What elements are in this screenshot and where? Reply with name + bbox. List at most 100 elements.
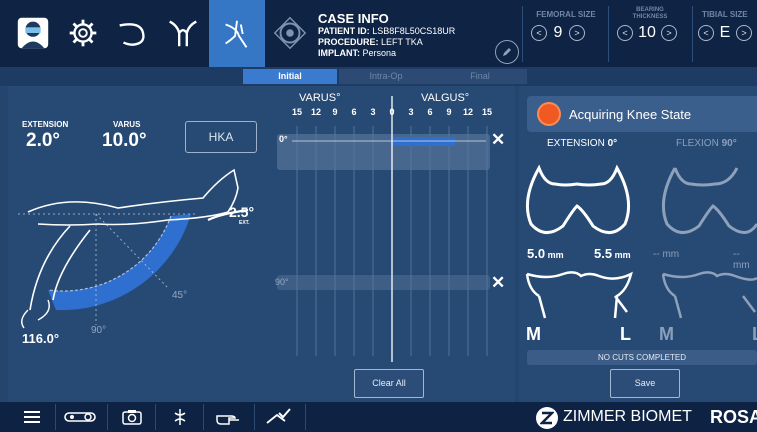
flexion-lateral-gap: -- mm <box>733 249 750 271</box>
femur-view-button[interactable] <box>108 4 158 62</box>
femur-flexion-outline <box>661 167 757 234</box>
divider <box>692 6 693 62</box>
edit-case-button[interactable] <box>495 40 519 64</box>
procedure-value: LEFT TKA <box>381 37 423 47</box>
extension-value: 2.0° <box>26 130 61 151</box>
lateral-label-flexion: L <box>752 324 757 345</box>
patient-id-value: LSB8F8L50CS18UR <box>372 26 456 36</box>
scale-tick-label: 3 <box>408 107 414 117</box>
tab-intra-op[interactable]: Intra-Op <box>339 69 433 84</box>
tab-initial[interactable]: Initial <box>243 69 337 84</box>
tibia-view-button[interactable] <box>158 4 208 62</box>
zimmer-z-icon <box>540 411 554 425</box>
implant-value: Persona <box>362 48 397 58</box>
tracker-icon <box>64 412 96 422</box>
extension-state-label: EXTENSION 0° <box>547 138 618 149</box>
max-flexion-value: 116.0° <box>22 331 60 346</box>
extension-angle-value: 2.5° <box>229 204 255 220</box>
extension-label: EXTENSION <box>22 120 69 129</box>
camera-button[interactable] <box>112 405 152 429</box>
divider <box>608 6 609 62</box>
bearing-increase-button[interactable]: > <box>661 25 677 41</box>
menu-button[interactable] <box>12 405 52 429</box>
implant-label: IMPLANT: <box>318 48 360 58</box>
save-button[interactable]: Save <box>610 369 680 398</box>
pencil-icon <box>503 48 511 56</box>
robot-arm-button[interactable] <box>160 405 200 429</box>
tab-final[interactable]: Final <box>433 69 527 84</box>
scale-tick-label: 12 <box>310 107 321 117</box>
scale-tick-label: 12 <box>462 107 473 117</box>
lateral-label: L <box>620 324 631 344</box>
extension-angle-sub: EXT. <box>239 220 250 226</box>
surgeon-profile-button[interactable] <box>8 4 58 62</box>
medial-label-flexion: M <box>659 324 674 344</box>
femoral-size-label: FEMORAL SIZE <box>536 10 596 19</box>
bearing-decrease-button[interactable]: < <box>617 25 633 41</box>
arc-label-90: 90° <box>91 325 107 336</box>
bearing-thickness-value: 10 <box>638 24 656 41</box>
femur-extension-outline <box>525 164 631 234</box>
tibial-increase-button[interactable]: > <box>736 25 752 41</box>
divider <box>305 404 306 430</box>
scale-tick-label: 15 <box>481 107 492 117</box>
divider <box>107 404 108 430</box>
pointing-hand-icon <box>216 415 239 425</box>
checkmark-hand-icon <box>266 408 291 424</box>
scale-tick-label: 6 <box>427 107 433 117</box>
bearing-label-line2: THICKNESS <box>632 14 668 20</box>
clear-flexion-button[interactable]: ✕ <box>491 273 505 293</box>
divider <box>254 404 255 430</box>
clear-extension-button[interactable]: ✕ <box>491 130 505 150</box>
planning-view-button[interactable] <box>265 4 315 62</box>
status-text: Acquiring Knee State <box>569 107 692 122</box>
tibial-size-label: TIBIAL SIZE <box>702 10 748 19</box>
flexion-arc <box>48 214 191 311</box>
alignment-view-button[interactable] <box>209 0 265 67</box>
cuts-status-badge: NO CUTS COMPLETED <box>527 350 757 365</box>
bearing-thickness-control: BEARING THICKNESS <box>612 7 688 21</box>
zimmer-biomet-logo <box>536 407 558 429</box>
varus-valgus-scale <box>277 96 490 362</box>
surgeon-icon <box>17 17 49 49</box>
arc-label-45: 45° <box>172 290 188 301</box>
femoral-increase-button[interactable]: > <box>569 25 585 41</box>
gear-icon <box>69 19 97 47</box>
scale-tick-label: 6 <box>351 107 357 117</box>
scale-tick-label: 15 <box>291 107 302 117</box>
scale-tick-label: 0 <box>389 107 395 117</box>
divider <box>203 404 204 430</box>
product-name: ROSA <box>710 407 757 427</box>
medial-label: M <box>526 324 541 344</box>
bearing-label-line1: BEARING <box>636 7 664 13</box>
femur-icon <box>119 23 145 46</box>
hka-button[interactable]: HKA <box>185 121 257 153</box>
settings-button[interactable] <box>58 4 108 62</box>
point-button[interactable] <box>208 405 248 429</box>
femoral-size-value: 9 <box>553 24 563 41</box>
divider <box>155 404 156 430</box>
femoral-decrease-button[interactable]: < <box>531 25 547 41</box>
flexion-state-label: FLEXION 90° <box>676 138 737 149</box>
scale-tick-label: 3 <box>370 107 376 117</box>
hamburger-icon <box>24 411 40 423</box>
flexion-row <box>277 275 490 290</box>
bearing-thickness-stepper: < 10 > <box>617 24 677 42</box>
procedure-label: PROCEDURE: <box>318 37 379 47</box>
varus-label: VARUS <box>113 120 141 129</box>
company-name: ZIMMER BIOMET <box>563 408 692 425</box>
tracker-button[interactable] <box>60 405 100 429</box>
tibial-decrease-button[interactable]: < <box>698 25 714 41</box>
femoral-size-stepper: < 9 > <box>531 24 585 42</box>
leg-outline <box>27 168 239 226</box>
implant-plan-icon <box>273 16 307 50</box>
patient-id-label: PATIENT ID: <box>318 26 370 36</box>
clear-all-button[interactable]: Clear All <box>354 369 424 398</box>
divider <box>522 6 523 62</box>
robot-arm-icon <box>174 409 186 425</box>
status-indicator <box>539 104 559 124</box>
flexion-row-label: 90° <box>275 277 289 287</box>
scale-tick-label: 9 <box>332 107 338 117</box>
validate-button[interactable] <box>258 405 298 429</box>
extension-lateral-gap: 5.5 mm <box>594 246 631 261</box>
